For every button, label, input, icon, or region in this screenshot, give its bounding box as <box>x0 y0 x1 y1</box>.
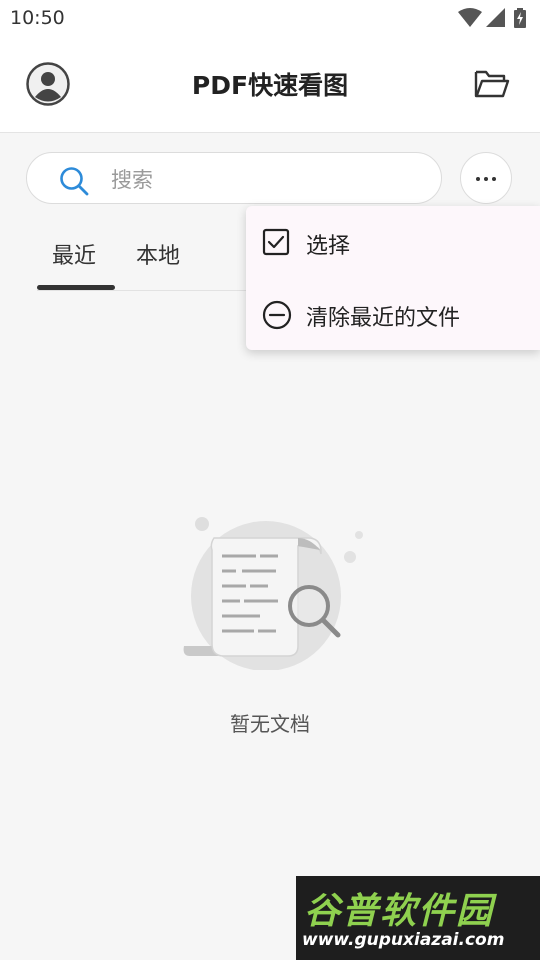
more-dots-icon <box>492 177 496 181</box>
tab-local[interactable]: 本地 <box>136 238 180 270</box>
folder-open-icon[interactable] <box>474 68 510 100</box>
status-icons <box>458 8 530 28</box>
more-dots-icon <box>476 177 480 181</box>
app-header: PDF快速看图 <box>0 36 540 133</box>
battery-icon <box>514 8 526 28</box>
watermark-logo: 谷普软件园 www.gupuxiazai.com <box>296 876 540 960</box>
signal-icon <box>486 8 505 27</box>
status-time: 10:50 <box>10 7 65 29</box>
overflow-menu: 选择 清除最近的文件 <box>246 206 540 350</box>
tab-recent[interactable]: 最近 <box>52 238 96 270</box>
menu-item-clear-recent[interactable]: 清除最近的文件 <box>246 278 540 350</box>
watermark-url: www.gupuxiazai.com <box>302 930 505 950</box>
search-icon <box>60 167 89 196</box>
empty-document-illustration <box>183 517 363 670</box>
wifi-icon <box>458 8 482 27</box>
menu-item-label: 清除最近的文件 <box>306 306 461 331</box>
empty-state-text: 暂无文档 <box>230 712 310 736</box>
page-title: PDF快速看图 <box>191 71 349 100</box>
search-input[interactable] <box>109 164 413 196</box>
menu-item-label: 选择 <box>306 234 351 259</box>
watermark-title: 谷普软件园 <box>304 891 495 932</box>
search-bar[interactable] <box>26 152 442 204</box>
more-dots-icon <box>484 177 488 181</box>
minus-circle-icon <box>262 300 292 330</box>
status-bar: 10:50 <box>0 0 540 36</box>
checkbox-icon <box>262 228 290 256</box>
more-options-button[interactable] <box>460 152 512 204</box>
menu-item-select[interactable]: 选择 <box>246 206 540 278</box>
